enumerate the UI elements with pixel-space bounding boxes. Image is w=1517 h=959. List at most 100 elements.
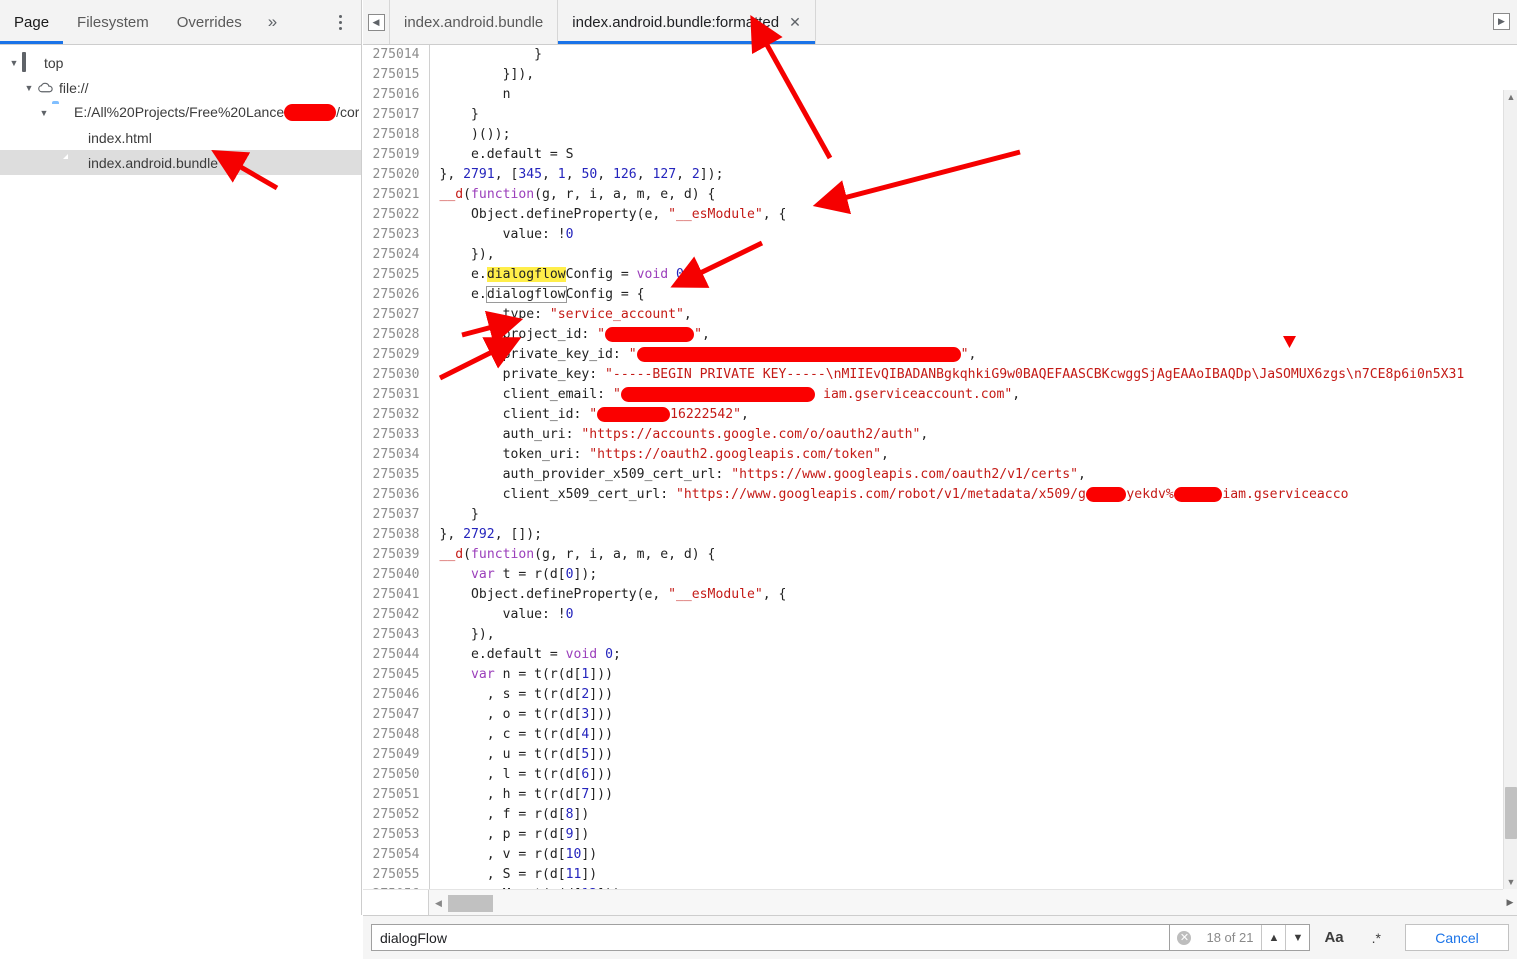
code-line-content[interactable]: project_id: " ", <box>429 325 1465 345</box>
code-line[interactable]: 275042 value: !0 <box>363 605 1465 625</box>
code-line-content[interactable]: auth_uri: "https://accounts.google.com/o… <box>429 425 1465 445</box>
code-line-content[interactable]: , f = r(d[8]) <box>429 805 1465 825</box>
code-line-content[interactable]: , u = t(r(d[5])) <box>429 745 1465 765</box>
code-line[interactable]: 275014 } <box>363 45 1465 65</box>
editor-tab-index-android-bundle[interactable]: index.android.bundle <box>390 0 557 44</box>
code-line-content[interactable]: , v = r(d[10]) <box>429 845 1465 865</box>
previous-match-button[interactable]: ▲ <box>1261 925 1285 950</box>
code-line-content[interactable]: type: "service_account", <box>429 305 1465 325</box>
next-tab-button[interactable]: ▶ <box>1490 10 1513 33</box>
nav-tab-overrides[interactable]: Overrides <box>163 0 256 44</box>
line-number[interactable]: 275043 <box>363 625 430 645</box>
line-number[interactable]: 275023 <box>363 225 430 245</box>
horizontal-scrollbar-thumb[interactable] <box>448 895 493 912</box>
code-line-content[interactable]: var n = t(r(d[1])) <box>429 665 1465 685</box>
code-line-content[interactable]: private_key_id: " ", <box>429 345 1465 365</box>
code-line[interactable]: 275032 client_id: " 16222542", <box>363 405 1465 425</box>
chevron-down-icon[interactable]: ▼ <box>21 83 37 93</box>
code-line[interactable]: 275021 __d(function(g, r, i, a, m, e, d) … <box>363 185 1465 205</box>
line-number[interactable]: 275034 <box>363 445 430 465</box>
scroll-left-icon[interactable]: ◀ <box>435 898 442 909</box>
line-number[interactable]: 275033 <box>363 425 430 445</box>
scroll-down-icon[interactable]: ▼ <box>1506 877 1516 887</box>
line-number[interactable]: 275050 <box>363 765 430 785</box>
code-line[interactable]: 275015 }]), <box>363 65 1465 85</box>
code-line[interactable]: 275047 , o = t(r(d[3])) <box>363 705 1465 725</box>
code-line-content[interactable]: , c = t(r(d[4])) <box>429 725 1465 745</box>
tree-item-file-scheme[interactable]: ▼ file:// <box>0 75 361 100</box>
tree-item-project-folder[interactable]: ▼ E:/All%20Projects/Free%20Lance/cor <box>0 100 361 125</box>
code-line[interactable]: 275031 client_email: " iam.gserviceaccou… <box>363 385 1465 405</box>
code-line-content[interactable]: auth_provider_x509_cert_url: "https://ww… <box>429 465 1465 485</box>
tree-item-index-android-bundle[interactable]: index.android.bundle <box>0 150 361 175</box>
code-line-content[interactable]: e.default = S <box>429 145 1465 165</box>
code-line[interactable]: 275020}, 2791, [345, 1, 50, 126, 127, 2]… <box>363 165 1465 185</box>
line-number[interactable]: 275045 <box>363 665 430 685</box>
line-number[interactable]: 275031 <box>363 385 430 405</box>
code-line[interactable]: 275044 e.default = void 0; <box>363 645 1465 665</box>
line-number[interactable]: 275018 <box>363 125 430 145</box>
line-number[interactable]: 275027 <box>363 305 430 325</box>
code-editor[interactable]: 275014 } 275015 }]), 275016 n 275017 } 27501… <box>363 45 1517 915</box>
kebab-menu-icon[interactable] <box>329 10 351 34</box>
code-line-content[interactable]: , s = t(r(d[2])) <box>429 685 1465 705</box>
line-number[interactable]: 275041 <box>363 585 430 605</box>
code-line[interactable]: 275027 type: "service_account", <box>363 305 1465 325</box>
next-match-button[interactable]: ▼ <box>1285 925 1309 950</box>
line-number[interactable]: 275040 <box>363 565 430 585</box>
code-line-content[interactable]: }, 2791, [345, 1, 50, 126, 127, 2]); <box>429 165 1465 185</box>
code-line[interactable]: 275037 } <box>363 505 1465 525</box>
code-line-content[interactable]: )()); <box>429 125 1465 145</box>
code-line[interactable]: 275017 } <box>363 105 1465 125</box>
code-line-content[interactable]: __d(function(g, r, i, a, m, e, d) { <box>429 545 1465 565</box>
code-line[interactable]: 275038}, 2792, []); <box>363 525 1465 545</box>
line-number[interactable]: 275028 <box>363 325 430 345</box>
code-line-content[interactable]: e.default = void 0; <box>429 645 1465 665</box>
code-line-content[interactable]: } <box>429 505 1465 525</box>
line-number[interactable]: 275030 <box>363 365 430 385</box>
search-input[interactable] <box>371 924 1171 951</box>
code-line-content[interactable]: , o = t(r(d[3])) <box>429 705 1465 725</box>
line-number[interactable]: 275014 <box>363 45 430 65</box>
code-line-content[interactable]: client_x509_cert_url: "https://www.googl… <box>429 485 1465 505</box>
line-number[interactable]: 275016 <box>363 85 430 105</box>
code-line[interactable]: 275051 , h = t(r(d[7])) <box>363 785 1465 805</box>
code-line-content[interactable]: var t = r(d[0]); <box>429 565 1465 585</box>
code-line-content[interactable]: value: !0 <box>429 605 1465 625</box>
code-line[interactable]: 275024 }), <box>363 245 1465 265</box>
previous-tab-button[interactable]: ◀ <box>363 0 390 44</box>
line-number[interactable]: 275038 <box>363 525 430 545</box>
line-number[interactable]: 275042 <box>363 605 430 625</box>
cancel-button[interactable]: Cancel <box>1405 924 1509 951</box>
code-line-content[interactable]: , l = t(r(d[6])) <box>429 765 1465 785</box>
editor-tab-index-android-bundle-formatted[interactable]: index.android.bundle:formatted ✕ <box>557 0 816 44</box>
code-line-content[interactable]: e.dialogflowConfig = void 0; <box>429 265 1465 285</box>
line-number[interactable]: 275048 <box>363 725 430 745</box>
line-number[interactable]: 275025 <box>363 265 430 285</box>
code-line[interactable]: 275030 private_key: "-----BEGIN PRIVATE … <box>363 365 1465 385</box>
code-line-content[interactable]: , p = r(d[9]) <box>429 825 1465 845</box>
scroll-up-icon[interactable]: ▲ <box>1506 92 1516 102</box>
tree-item-top[interactable]: ▼ top <box>0 50 361 75</box>
tree-item-index-html[interactable]: index.html <box>0 125 361 150</box>
code-line[interactable]: 275053 , p = r(d[9]) <box>363 825 1465 845</box>
close-icon[interactable]: ✕ <box>789 14 801 31</box>
line-number[interactable]: 275022 <box>363 205 430 225</box>
code-line-content[interactable]: }), <box>429 245 1465 265</box>
line-number[interactable]: 275017 <box>363 105 430 125</box>
code-line-content[interactable]: } <box>429 105 1465 125</box>
code-line[interactable]: 275035 auth_provider_x509_cert_url: "htt… <box>363 465 1465 485</box>
line-number[interactable]: 275053 <box>363 825 430 845</box>
code-line-content[interactable]: }]), <box>429 65 1465 85</box>
vertical-scrollbar-thumb[interactable] <box>1505 787 1517 839</box>
chevron-double-right-icon[interactable]: » <box>256 0 289 44</box>
line-number[interactable]: 275015 <box>363 65 430 85</box>
code-line-content[interactable]: __d(function(g, r, i, a, m, e, d) { <box>429 185 1465 205</box>
line-number[interactable]: 275026 <box>363 285 430 305</box>
line-number[interactable]: 275052 <box>363 805 430 825</box>
line-number[interactable]: 275020 <box>363 165 430 185</box>
code-line[interactable]: 275034 token_uri: "https://oauth2.google… <box>363 445 1465 465</box>
match-case-toggle[interactable]: Aa <box>1310 924 1357 951</box>
chevron-down-icon[interactable]: ▼ <box>36 108 52 118</box>
code-line-content[interactable]: }), <box>429 625 1465 645</box>
